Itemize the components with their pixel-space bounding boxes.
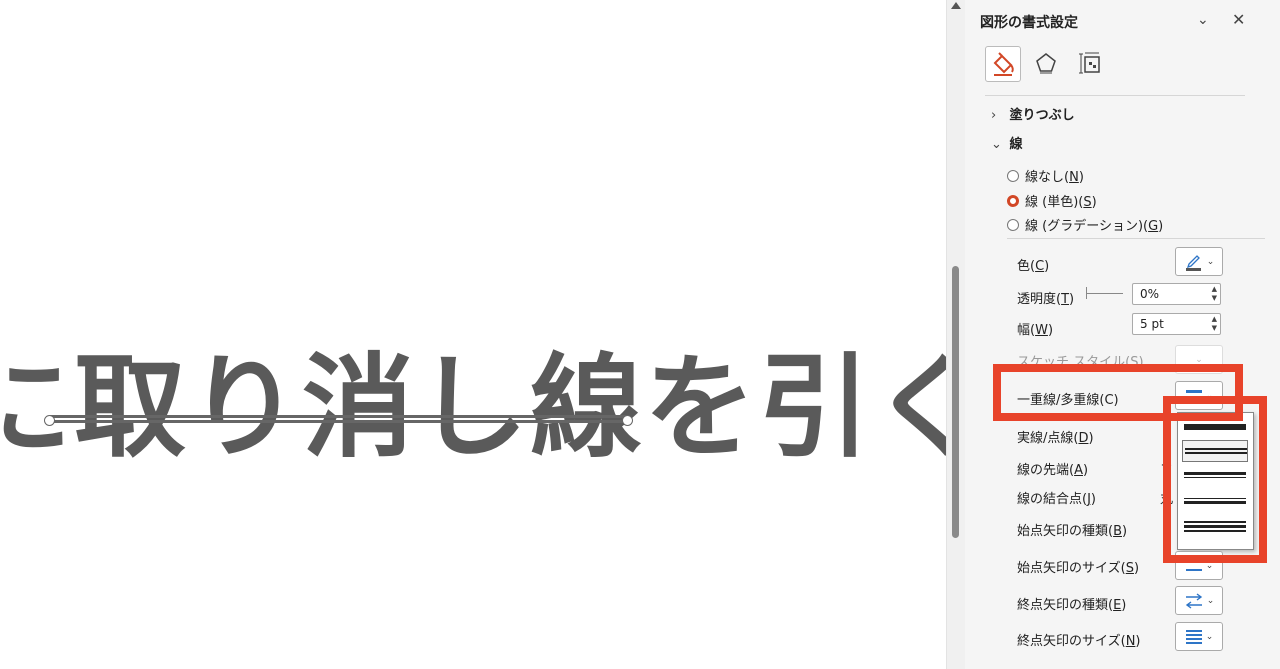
tab-effects[interactable] (1029, 46, 1063, 80)
transparency-input[interactable]: 0% ▲ ▼ (1132, 283, 1221, 305)
pane-title: 図形の書式設定 (980, 15, 1078, 31)
chevron-down-icon: ⌄ (1195, 354, 1203, 365)
line-end-handle[interactable] (622, 415, 633, 426)
begin-arrow-size-label: 始点矢印のサイズ(S) (1017, 561, 1140, 576)
radio-no-line[interactable]: 線なし(N) (1007, 166, 1084, 185)
section-fill-label: 塗りつぶし (1009, 108, 1075, 123)
chevron-down-icon: ⌄ (1206, 256, 1215, 267)
fill-bucket-icon (993, 52, 1014, 76)
width-label: 幅(W) (1017, 323, 1054, 338)
slide-canvas[interactable]: に取り消し線を引く (0, 0, 946, 669)
end-arrow-size-button[interactable]: ⌄ (1175, 622, 1223, 651)
width-value: 5 pt (1140, 317, 1164, 331)
line-start-handle[interactable] (44, 415, 55, 426)
scroll-up-arrow-icon[interactable] (951, 2, 961, 9)
join-type-label: 線の結合点(J) (1017, 492, 1096, 507)
chevron-down-icon: ⌄ (1206, 595, 1215, 606)
section-line[interactable]: ⌄ 線 (991, 133, 1023, 152)
end-arrow-type-button[interactable]: ⌄ (1175, 586, 1223, 615)
radio-label: 線 (単色)(S) (1025, 195, 1097, 210)
radio-button-selected[interactable] (1007, 194, 1019, 207)
begin-arrow-type-label: 始点矢印の種類(B) (1017, 524, 1128, 539)
tab-fill-line[interactable] (985, 46, 1021, 82)
scroll-thumb[interactable] (952, 266, 959, 538)
arrow-type-icon (1185, 592, 1202, 609)
transparency-slider[interactable] (1087, 293, 1123, 294)
radio-button[interactable] (1007, 169, 1019, 182)
size-properties-icon (1079, 52, 1100, 74)
cap-type-label: 線の先端(A) (1017, 463, 1089, 478)
transparency-value: 0% (1140, 287, 1160, 301)
tab-size-properties[interactable] (1073, 46, 1107, 80)
section-line-label: 線 (1009, 137, 1023, 152)
radio-gradient-line[interactable]: 線 (グラデーション)(G) (1007, 215, 1163, 234)
spin-arrows-icon[interactable]: ▲ ▼ (1212, 315, 1217, 333)
vertical-scrollbar[interactable] (946, 0, 965, 669)
pen-color-icon (1185, 254, 1201, 271)
arrow-size-icon (1185, 629, 1202, 644)
slide-textbox[interactable]: に取り消し線を引く (0, 352, 946, 464)
dash-type-label: 実線/点線(D) (1017, 431, 1094, 446)
radio-label: 線 (グラデーション)(G) (1025, 219, 1164, 234)
chevron-down-icon[interactable]: ⌄ (1197, 12, 1209, 28)
highlight-callout-menu (1163, 396, 1267, 563)
section-fill[interactable]: › 塗りつぶし (991, 104, 1075, 123)
radio-solid-line[interactable]: 線 (単色)(S) (1007, 191, 1097, 210)
width-input[interactable]: 5 pt ▲ ▼ (1132, 313, 1221, 335)
spin-arrows-icon[interactable]: ▲ ▼ (1212, 285, 1217, 303)
color-label: 色(C) (1017, 259, 1050, 274)
chevron-down-icon: ⌄ (1205, 631, 1214, 642)
end-arrow-type-label: 終点矢印の種類(E) (1017, 598, 1127, 613)
chevron-down-icon: ⌄ (991, 137, 1002, 152)
pentagon-effects-icon (1036, 53, 1056, 74)
chevron-right-icon: › (991, 108, 997, 123)
tab-divider (985, 95, 1245, 96)
radio-button[interactable] (1007, 218, 1019, 231)
radio-label: 線なし(N) (1025, 170, 1084, 185)
end-arrow-size-label: 終点矢印のサイズ(N) (1017, 634, 1141, 649)
close-icon[interactable]: ✕ (1232, 10, 1245, 29)
double-strikethrough-line[interactable] (50, 420, 628, 423)
format-shape-pane: 図形の書式設定 ⌄ ✕ › 塗りつぶし ⌄ 線 線なし(N) 線 (単色)(S)… (965, 0, 1280, 669)
transparency-label: 透明度(T) (1017, 292, 1075, 307)
line-color-button[interactable]: ⌄ (1175, 247, 1223, 276)
divider (1007, 238, 1265, 239)
